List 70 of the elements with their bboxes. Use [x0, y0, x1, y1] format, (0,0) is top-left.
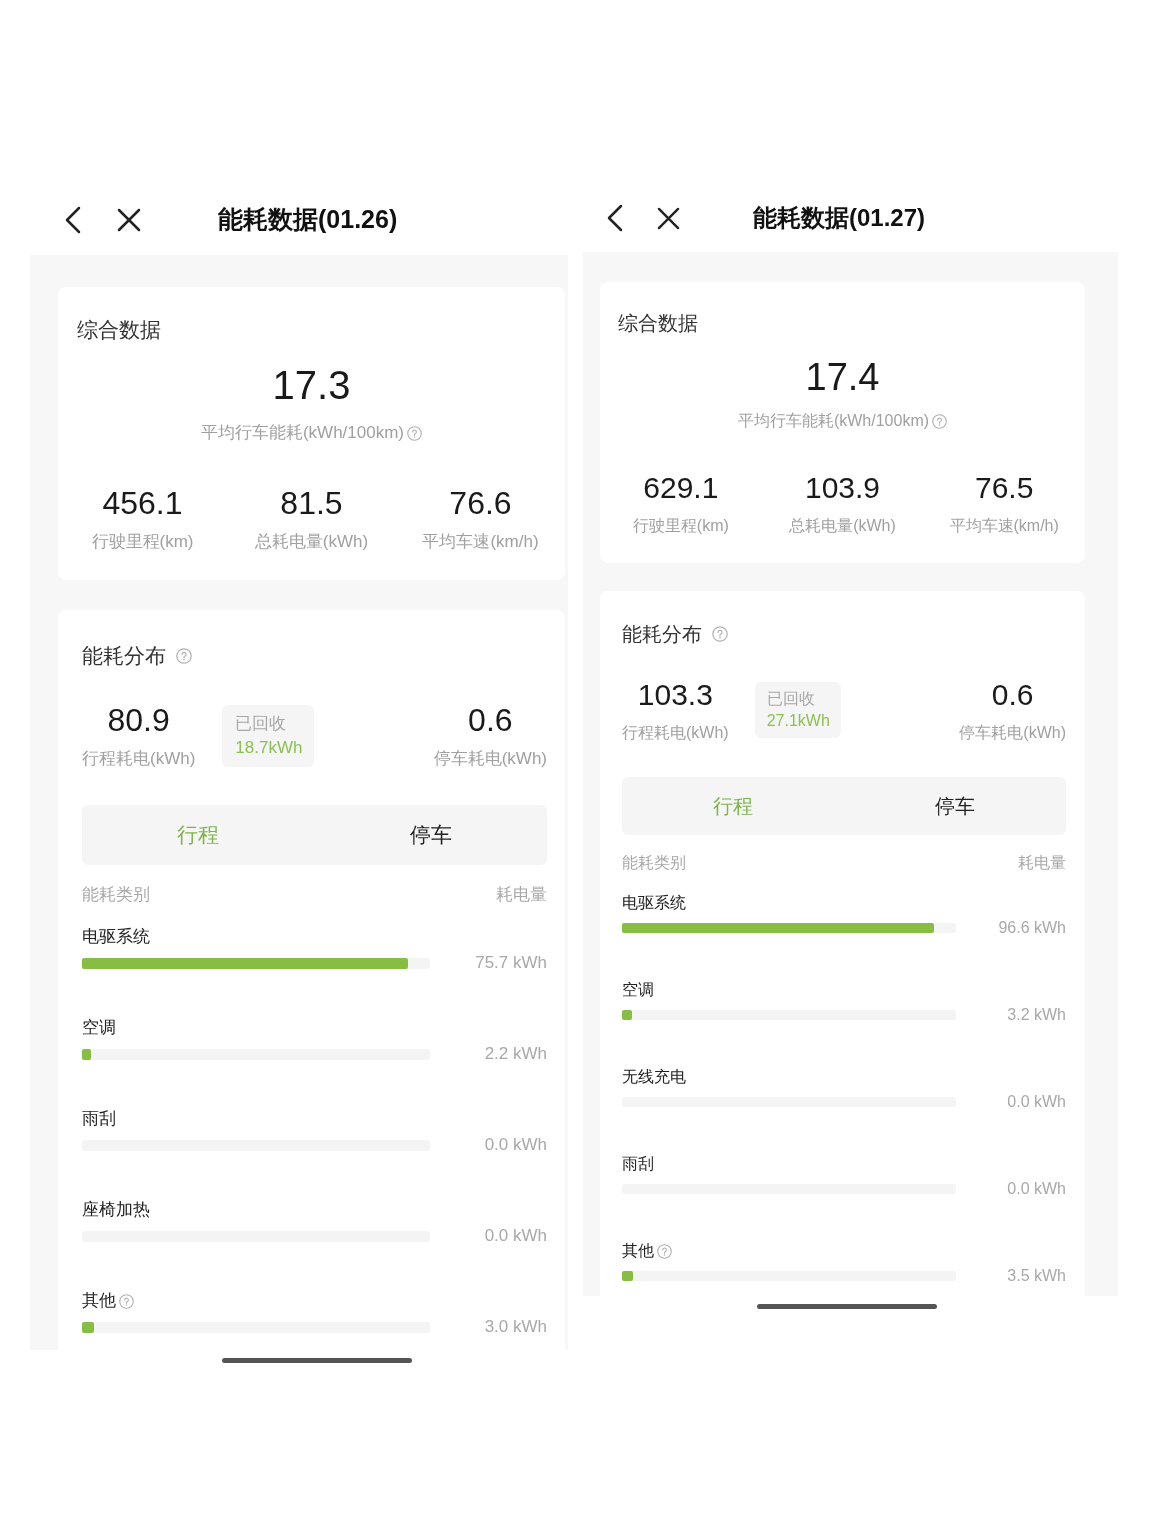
help-icon[interactable] — [657, 1243, 672, 1259]
stat-label: 总耗电量(kWh) — [254, 531, 369, 553]
section-title: 综合数据 — [618, 311, 698, 336]
consumption-reading: 0.0 kWh — [1007, 1179, 1066, 1199]
average-consumption-label: 平均行车能耗(kWh/100km) — [737, 411, 930, 431]
chevron-left-icon — [606, 204, 624, 232]
average-consumption-label: 平均行车能耗(kWh/100km) — [200, 422, 405, 444]
average-consumption-value: 17.3 — [272, 362, 351, 409]
stat-label: 行驶里程(km) — [91, 531, 194, 553]
consumption-reading: 96.6 kWh — [998, 918, 1066, 938]
help-icon[interactable] — [712, 626, 728, 642]
help-icon[interactable] — [932, 413, 948, 429]
stat-value: 629.1 — [643, 470, 719, 506]
section-title: 能耗分布 — [622, 622, 702, 647]
consumption-reading: 0.0 kWh — [484, 1225, 547, 1247]
category-label: 电驱系统 — [82, 926, 150, 948]
help-icon[interactable] — [119, 1293, 134, 1309]
consumption-reading: 3.0 kWh — [484, 1316, 547, 1338]
category-label: 空调 — [82, 1017, 116, 1039]
segment-tab[interactable]: 停车 — [314, 805, 547, 865]
category-label: 其他 — [82, 1290, 116, 1312]
trip-energy-value: 103.3 — [637, 677, 713, 713]
parking-energy-value: 0.6 — [468, 701, 513, 740]
consumption-reading: 3.2 kWh — [1007, 1005, 1066, 1025]
stat-label: 总耗电量(kWh) — [789, 516, 896, 536]
parking-energy-value: 0.6 — [991, 677, 1034, 713]
stat-value: 76.6 — [449, 484, 512, 523]
page-title: 能耗数据(01.27) — [753, 203, 926, 233]
column-header: 能耗类别 — [82, 884, 150, 906]
recovered-label: 已回收 — [235, 712, 287, 735]
help-icon[interactable] — [407, 425, 423, 441]
help-icon[interactable] — [176, 648, 192, 664]
category-label: 空调 — [622, 980, 654, 1000]
recovered-label: 已回收 — [766, 689, 815, 709]
close-icon — [117, 208, 141, 232]
consumption-reading: 0.0 kWh — [1007, 1092, 1066, 1112]
category-label: 雨刮 — [622, 1154, 654, 1174]
average-consumption-value: 17.4 — [805, 355, 880, 400]
stat-label: 平均车速(km/h) — [949, 516, 1059, 536]
trip-energy-label: 行程耗电(kWh) — [82, 748, 196, 770]
parking-energy-label: 停车耗电(kWh) — [433, 748, 547, 770]
close-icon — [657, 206, 680, 230]
stat-value: 81.5 — [280, 484, 343, 523]
section-title: 综合数据 — [77, 317, 161, 343]
consumption-reading: 75.7 kWh — [475, 952, 547, 974]
category-label: 电驱系统 — [622, 893, 686, 913]
trip-energy-label: 行程耗电(kWh) — [622, 723, 729, 743]
stat-value: 103.9 — [804, 470, 881, 506]
segment-tab[interactable]: 停车 — [844, 777, 1066, 835]
category-label: 座椅加热 — [82, 1199, 150, 1221]
column-header: 耗电量 — [496, 884, 547, 906]
recovered-value: 27.1kWh — [766, 711, 830, 731]
chevron-left-icon — [64, 206, 82, 234]
recovered-value: 18.7kWh — [235, 736, 303, 759]
parking-energy-label: 停车耗电(kWh) — [959, 723, 1066, 743]
category-label: 其他 — [622, 1241, 654, 1261]
category-label: 雨刮 — [82, 1108, 116, 1130]
trip-energy-value: 80.9 — [107, 701, 170, 740]
category-label: 无线充电 — [622, 1067, 686, 1087]
column-header: 能耗类别 — [622, 853, 686, 873]
stat-label: 平均车速(km/h) — [422, 531, 539, 553]
consumption-reading: 2.2 kWh — [484, 1043, 547, 1065]
stat-value: 76.5 — [974, 470, 1034, 506]
consumption-reading: 0.0 kWh — [484, 1134, 547, 1156]
section-title: 能耗分布 — [82, 643, 166, 669]
stat-label: 行驶里程(km) — [632, 516, 729, 536]
page-title: 能耗数据(01.26) — [218, 204, 398, 236]
column-header: 耗电量 — [1018, 853, 1066, 873]
stat-value: 456.1 — [102, 484, 183, 523]
consumption-reading: 3.5 kWh — [1007, 1266, 1066, 1286]
